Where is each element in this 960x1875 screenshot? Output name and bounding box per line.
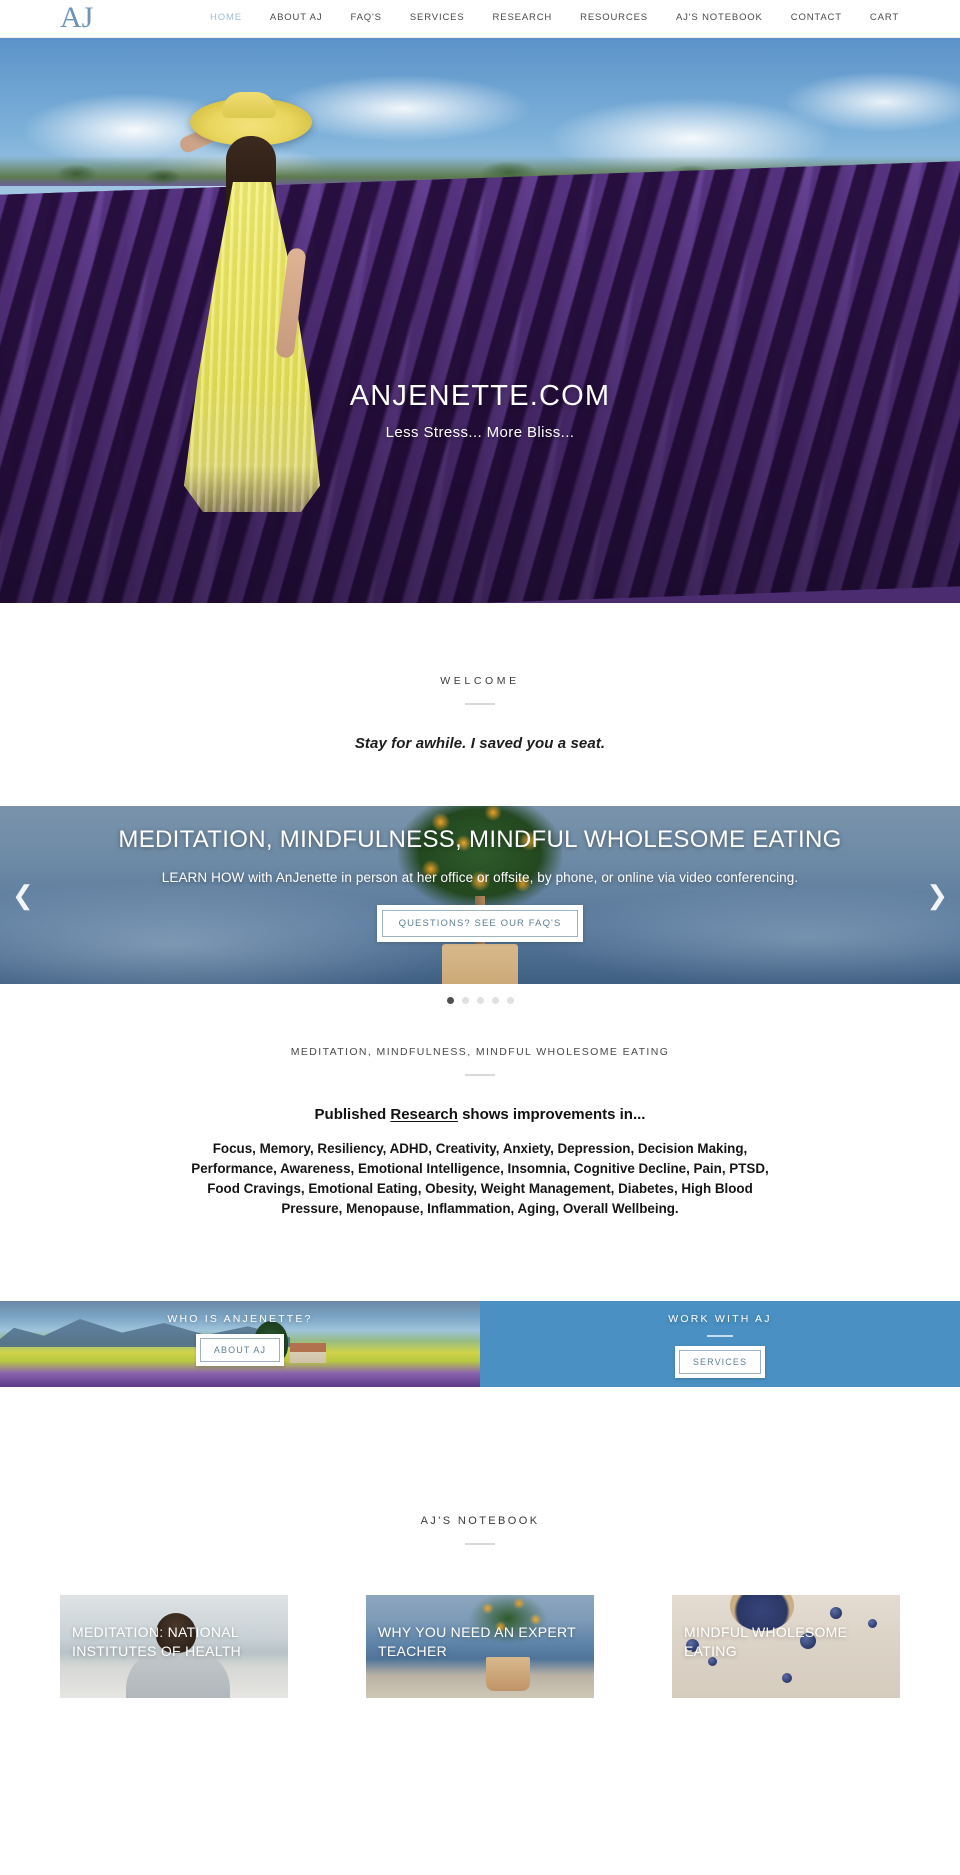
notebook-card[interactable]: MEDITATION: NATIONAL INSTITUTES OF HEALT… bbox=[60, 1595, 288, 1698]
nav-item-faqs[interactable]: FAQ'S bbox=[336, 12, 395, 23]
panel-who-is-anjenette[interactable]: WHO IS ANJENETTE? ABOUT AJ bbox=[0, 1301, 480, 1387]
panel-right-title: WORK WITH AJ bbox=[668, 1313, 772, 1325]
hero-text-block: ANJENETTE.COM Less Stress... More Bliss.… bbox=[0, 378, 960, 441]
hero-title: ANJENETTE.COM bbox=[349, 380, 611, 412]
hero-carousel: ❮ ❯ MEDITATION, MINDFULNESS, MINDFUL WHO… bbox=[0, 806, 960, 984]
services-button[interactable]: SERVICES bbox=[674, 1346, 766, 1378]
carousel-dot-3[interactable] bbox=[476, 997, 484, 1004]
hero-banner: ANJENETTE.COM Less Stress... More Bliss.… bbox=[0, 38, 960, 603]
notebook-card-title: WHY YOU NEED AN EXPERT TEACHER bbox=[378, 1624, 576, 1659]
carousel-dot-4[interactable] bbox=[491, 997, 499, 1004]
chevron-left-icon[interactable]: ❮ bbox=[12, 882, 34, 908]
research-headline-after: shows improvements in... bbox=[457, 1106, 646, 1123]
nav-item-services[interactable]: SERVICES bbox=[396, 12, 479, 23]
hero-woman-figure bbox=[177, 92, 358, 518]
research-divider bbox=[465, 1074, 495, 1076]
site-header: AJ HOME ABOUT AJ FAQ'S SERVICES RESEARCH… bbox=[0, 0, 960, 38]
nav-item-home[interactable]: HOME bbox=[196, 12, 256, 23]
research-headline: Published Research shows improvements in… bbox=[0, 1106, 960, 1123]
nav-item-about-aj[interactable]: ABOUT AJ bbox=[256, 12, 337, 23]
carousel-pagination bbox=[0, 984, 960, 1004]
nav-item-research[interactable]: RESEARCH bbox=[479, 12, 567, 23]
nav-item-contact[interactable]: CONTACT bbox=[777, 12, 856, 23]
panel-right-divider bbox=[707, 1335, 733, 1337]
carousel-dot-5[interactable] bbox=[506, 997, 514, 1004]
services-label[interactable]: SERVICES bbox=[678, 1350, 762, 1374]
faq-cta-label[interactable]: QUESTIONS? SEE OUR FAQ'S bbox=[381, 910, 579, 937]
carousel-slide-subtitle: LEARN HOW with AnJenette in person at he… bbox=[161, 870, 799, 885]
tree-pot bbox=[442, 944, 518, 984]
research-eyebrow: MEDITATION, MINDFULNESS, MINDFUL WHOLESO… bbox=[290, 1046, 670, 1058]
carousel-dot-1[interactable] bbox=[446, 997, 454, 1004]
panel-work-with-aj[interactable]: WORK WITH AJ SERVICES bbox=[480, 1301, 960, 1387]
carousel-slide-content: MEDITATION, MINDFULNESS, MINDFUL WHOLESO… bbox=[0, 806, 960, 942]
nav-item-resources[interactable]: RESOURCES bbox=[566, 12, 662, 23]
nav-item-cart[interactable]: CART bbox=[856, 12, 913, 23]
notebook-card-list: MEDITATION: NATIONAL INSTITUTES OF HEALT… bbox=[0, 1545, 960, 1698]
panel-left-title: WHO IS ANJENETTE? bbox=[167, 1313, 313, 1325]
about-aj-label[interactable]: ABOUT AJ bbox=[199, 1338, 281, 1362]
main-navigation: HOME ABOUT AJ FAQ'S SERVICES RESEARCH RE… bbox=[196, 12, 913, 23]
research-section: MEDITATION, MINDFULNESS, MINDFUL WHOLESO… bbox=[0, 1004, 960, 1219]
promo-panels: WHO IS ANJENETTE? ABOUT AJ WORK WITH AJ … bbox=[0, 1301, 960, 1387]
nav-item-ajs-notebook[interactable]: AJ'S NOTEBOOK bbox=[662, 12, 777, 23]
about-aj-button[interactable]: ABOUT AJ bbox=[195, 1334, 285, 1366]
chevron-down-icon[interactable] bbox=[467, 686, 493, 707]
notebook-section: AJ'S NOTEBOOK MEDITATION: NATIONAL INSTI… bbox=[0, 1387, 960, 1698]
figure-hat-crown bbox=[222, 92, 276, 118]
card-image-berry bbox=[782, 1673, 792, 1683]
carousel-cta-wrapper: QUESTIONS? SEE OUR FAQ'S bbox=[0, 905, 960, 942]
faq-cta-button[interactable]: QUESTIONS? SEE OUR FAQ'S bbox=[376, 905, 584, 942]
card-image-pot bbox=[486, 1657, 530, 1691]
panel-farmhouse bbox=[290, 1343, 326, 1363]
notebook-card-title: MINDFUL WHOLESOME EATING bbox=[684, 1624, 848, 1659]
welcome-headline: Stay for awhile. I saved you a seat. bbox=[354, 735, 606, 752]
chevron-right-icon[interactable]: ❯ bbox=[926, 882, 948, 908]
notebook-card[interactable]: WHY YOU NEED AN EXPERT TEACHER bbox=[366, 1595, 594, 1698]
figure-yellow-dress bbox=[184, 182, 320, 512]
notebook-eyebrow: AJ'S NOTEBOOK bbox=[420, 1515, 540, 1527]
hero-subtitle: Less Stress... More Bliss... bbox=[385, 424, 575, 441]
card-image-berry bbox=[830, 1607, 842, 1619]
research-headline-before: Published bbox=[314, 1106, 391, 1123]
carousel-slide-title: MEDITATION, MINDFULNESS, MINDFUL WHOLESO… bbox=[118, 826, 842, 853]
carousel-dot-2[interactable] bbox=[461, 997, 469, 1004]
site-logo[interactable]: AJ bbox=[60, 1, 93, 35]
research-body-text: Focus, Memory, Resiliency, ADHD, Creativ… bbox=[191, 1141, 769, 1216]
notebook-card[interactable]: MINDFUL WHOLESOME EATING bbox=[672, 1595, 900, 1698]
notebook-card-title: MEDITATION: NATIONAL INSTITUTES OF HEALT… bbox=[72, 1624, 242, 1659]
research-headline-underlined: Research bbox=[390, 1106, 458, 1123]
